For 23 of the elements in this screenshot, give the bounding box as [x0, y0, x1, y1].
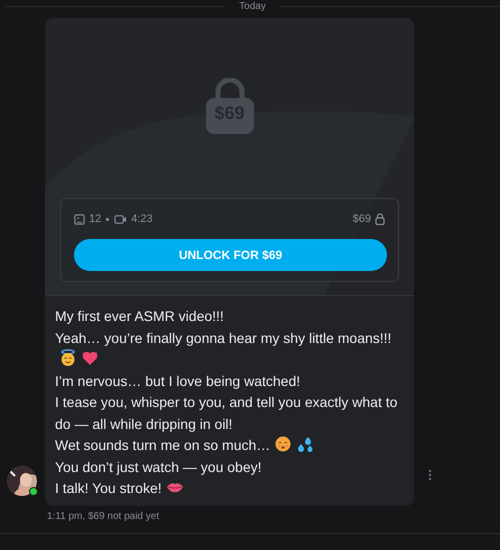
price-label: $69 [352, 213, 371, 225]
heart-icon [81, 349, 99, 367]
message-text: You don’t just watch — you obey! [55, 458, 262, 474]
padlock-icon [375, 213, 385, 225]
separator-dot [106, 218, 110, 220]
message-status: 1:11 pm, $69 not paid yet [47, 510, 160, 524]
image-icon [74, 214, 85, 224]
more-options-icon[interactable] [428, 468, 432, 480]
photo-count: 12 [89, 213, 102, 225]
face-icon [274, 435, 292, 453]
message-text: My first ever ASMR video!!! [55, 308, 224, 324]
droplets-icon [296, 435, 314, 453]
message-text: Wet sounds turn me on so much… [55, 437, 270, 453]
video-camera-icon [114, 214, 128, 224]
message-text: I talk! You stroke! [55, 480, 162, 496]
date-divider-label: Today [238, 0, 267, 12]
message-text: I’m nervous… but I love being watched! [55, 372, 300, 388]
unlock-button[interactable]: UNLOCK FOR $69 [74, 239, 387, 271]
message-text: I tease you, whisper to you, and tell you exactly what to do — all while dripping in oil! [55, 394, 398, 432]
message-text: Yeah… you’re finally gonna hear my shy little moans!!! [55, 330, 392, 346]
smiling-face-icon [59, 349, 77, 367]
video-duration: 4:23 [131, 213, 153, 225]
padlock-icon [204, 78, 256, 136]
